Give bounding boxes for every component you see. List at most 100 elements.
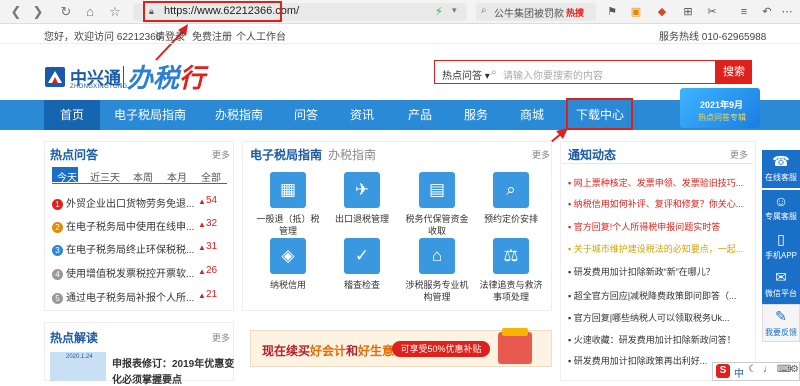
ad-cta-button[interactable]: 可享受50%优惠补贴 <box>392 341 490 357</box>
article-headline[interactable]: 申报表修订：2019年优惠变 <box>112 355 234 370</box>
news-item[interactable]: ▪ 超全官方回应|减税降费政策即问即答（... <box>568 289 737 302</box>
lightning-icon[interactable]: ⚡ <box>435 5 443 18</box>
news-item[interactable]: ▪ 研发费用加计扣除新政“新”在哪儿？ <box>568 265 715 278</box>
tab-this-month[interactable]: 本月 <box>167 169 187 184</box>
wechat-platform-button[interactable]: ✉ 微信平台 <box>762 266 800 304</box>
tab-all[interactable]: 全部 <box>201 169 221 184</box>
service-label[interactable]: 预约定价安排 <box>476 213 546 225</box>
nav-tax-guide[interactable]: 办税指南 <box>205 100 273 130</box>
service-label[interactable]: 纳税信用 <box>253 279 323 291</box>
check-icon[interactable]: ✓ <box>344 238 380 274</box>
logo-subtext: ZHONGXINGTONG <box>70 84 128 90</box>
exclusive-service-button[interactable]: ☺ 专属客服 <box>762 190 800 228</box>
news-item[interactable]: ▪ 研发费用加计扣除政策再出利好... <box>568 354 707 367</box>
user-icon: ☺ <box>773 193 789 209</box>
register-link[interactable]: 免费注册 <box>192 28 232 43</box>
search-icon: ⌕ <box>481 5 487 16</box>
nav-news[interactable]: 资讯 <box>340 100 384 130</box>
logo-divider <box>123 66 124 88</box>
tab-today[interactable]: 今天 <box>57 169 77 184</box>
list-item[interactable]: 5 通过电子税务局补报个人所... <box>52 289 194 304</box>
article-headline-line2[interactable]: 化必须掌握要点 <box>112 371 182 386</box>
hot-qa-more-link[interactable]: 更多 <box>212 148 230 161</box>
news-item[interactable]: ▪ 火速收藏：研发费用加计扣除新政问答！ <box>568 333 736 346</box>
service-label[interactable]: 稽查检查 <box>327 279 397 291</box>
sogou-icon[interactable]: S <box>716 364 730 378</box>
online-service-button[interactable]: ☎ 在线客服 <box>762 150 800 188</box>
forward-icon[interactable]: ❯ <box>30 4 46 20</box>
hotline-text: 服务热线 010-62965988 <box>659 32 767 43</box>
grid-icon[interactable]: ▦ <box>270 172 306 208</box>
view-count: 21 <box>206 289 218 300</box>
list-item[interactable]: 2 在电子税务局中使用在线申... <box>52 218 194 233</box>
news-item[interactable]: ▪ 纳税信用如何补评、复评和修复？你关心... <box>568 197 743 210</box>
nav-products[interactable]: 产品 <box>398 100 442 130</box>
feedback-button[interactable]: ✎ 我要反馈 <box>762 304 800 342</box>
menu-icon[interactable]: ≡ <box>737 5 751 19</box>
bank-icon[interactable]: ⌂ <box>419 238 455 274</box>
search-button[interactable]: 搜索 <box>716 60 752 84</box>
more-icon[interactable]: ⋯ <box>780 5 794 19</box>
tab-tax-guide[interactable]: 办税指南 <box>328 146 376 163</box>
airplane-icon[interactable]: ✈ <box>344 172 380 208</box>
nav-services[interactable]: 服务 <box>454 100 498 130</box>
search-input[interactable]: 请输入你要搜索的内容 <box>503 67 603 82</box>
news-item[interactable]: ▪ 网上票种核定、发票申领、发票验旧技巧... <box>568 176 743 189</box>
search-icon[interactable]: ⌕ <box>493 172 529 208</box>
list-item[interactable]: 4 使用增值税发票税控开票软... <box>52 265 194 280</box>
divider <box>562 163 752 164</box>
nav-home[interactable]: 首页 <box>44 100 100 130</box>
nav-e-tax-guide[interactable]: 电子税局指南 <box>104 100 196 130</box>
undo-icon[interactable]: ↶ <box>760 5 774 19</box>
news-item[interactable]: ▪ 关于城市维护建设税法的必知要点，一起... <box>568 242 743 255</box>
service-label[interactable]: 税务代保管资金收取 <box>402 213 472 237</box>
dropdown-chevron-icon[interactable]: ▾ <box>452 5 457 16</box>
view-count: 31 <box>206 241 218 252</box>
tab-three-days[interactable]: 近三天 <box>90 169 120 184</box>
mobile-app-button[interactable]: ▯ 手机APP <box>762 228 800 266</box>
browser-search-query: 公牛集团被罚款 <box>494 9 564 20</box>
workspace-link[interactable]: 个人工作台 <box>236 28 286 43</box>
fire-icon: ▲ <box>198 220 206 229</box>
bookmark-icon[interactable]: ☆ <box>107 4 123 20</box>
hot-search-badge[interactable]: 热搜 <box>566 6 584 19</box>
document-icon[interactable]: ▤ <box>419 172 455 208</box>
login-link[interactable]: 请登录 <box>155 28 185 43</box>
view-count: 32 <box>206 218 218 229</box>
news-item[interactable]: ▪ 官方回复!个人所得税申报问题实时答 <box>568 220 720 233</box>
notices-more-link[interactable]: 更多 <box>730 148 748 161</box>
extension-icon[interactable]: ⚑ <box>605 5 619 19</box>
service-label[interactable]: 涉税服务专业机构管理 <box>402 279 472 303</box>
phone-icon: ▯ <box>777 231 785 247</box>
moon-icon[interactable]: ☾ <box>748 364 757 375</box>
tab-underline <box>52 183 227 184</box>
list-item[interactable]: 1 外贸企业出口货物劳务免退... <box>52 195 194 210</box>
list-item[interactable]: 3 在电子税务局终止环保税税... <box>52 241 194 256</box>
scissors-icon[interactable]: ✂ <box>705 5 719 19</box>
scales-icon[interactable]: ⚖ <box>493 238 529 274</box>
nav-qa[interactable]: 问答 <box>284 100 328 130</box>
back-icon[interactable]: ❮ <box>8 4 24 20</box>
settings-icon[interactable]: ⚙ <box>790 364 799 375</box>
fire-icon: ▲ <box>198 197 206 206</box>
service-label[interactable]: 一般退（抵）税管理 <box>253 213 323 237</box>
notices-title: 通知动态 <box>568 148 617 162</box>
mic-icon[interactable]: ♩ <box>763 364 773 375</box>
news-item[interactable]: ▪ 官方回复|哪些纳税人可以领取税务Uk... <box>568 311 730 324</box>
search-category-select[interactable]: 热点问答 ▾ <box>442 67 490 82</box>
translate-icon[interactable]: ▣ <box>629 5 643 19</box>
ime-mode-label[interactable]: 中 <box>734 365 744 380</box>
service-label[interactable]: 法律追责与救济事项处理 <box>476 279 546 303</box>
tab-this-week[interactable]: 本周 <box>133 169 153 184</box>
home-icon[interactable]: ⌂ <box>82 4 98 20</box>
tab-e-tax-guide[interactable]: 电子税局指南 <box>250 146 322 163</box>
game-icon[interactable]: ◆ <box>655 5 669 19</box>
shield-icon[interactable]: ◈ <box>270 238 306 274</box>
reload-icon[interactable]: ↻ <box>58 4 74 20</box>
guide-more-link[interactable]: 更多 <box>532 148 550 161</box>
hot-qa-title: 热点问答 <box>50 148 99 162</box>
promo-subtitle: 热点问答专辑 <box>698 113 746 122</box>
service-label[interactable]: 出口退税管理 <box>327 213 397 225</box>
apps-grid-icon[interactable]: ⊞ <box>681 5 695 19</box>
hot-read-more-link[interactable]: 更多 <box>212 331 230 344</box>
